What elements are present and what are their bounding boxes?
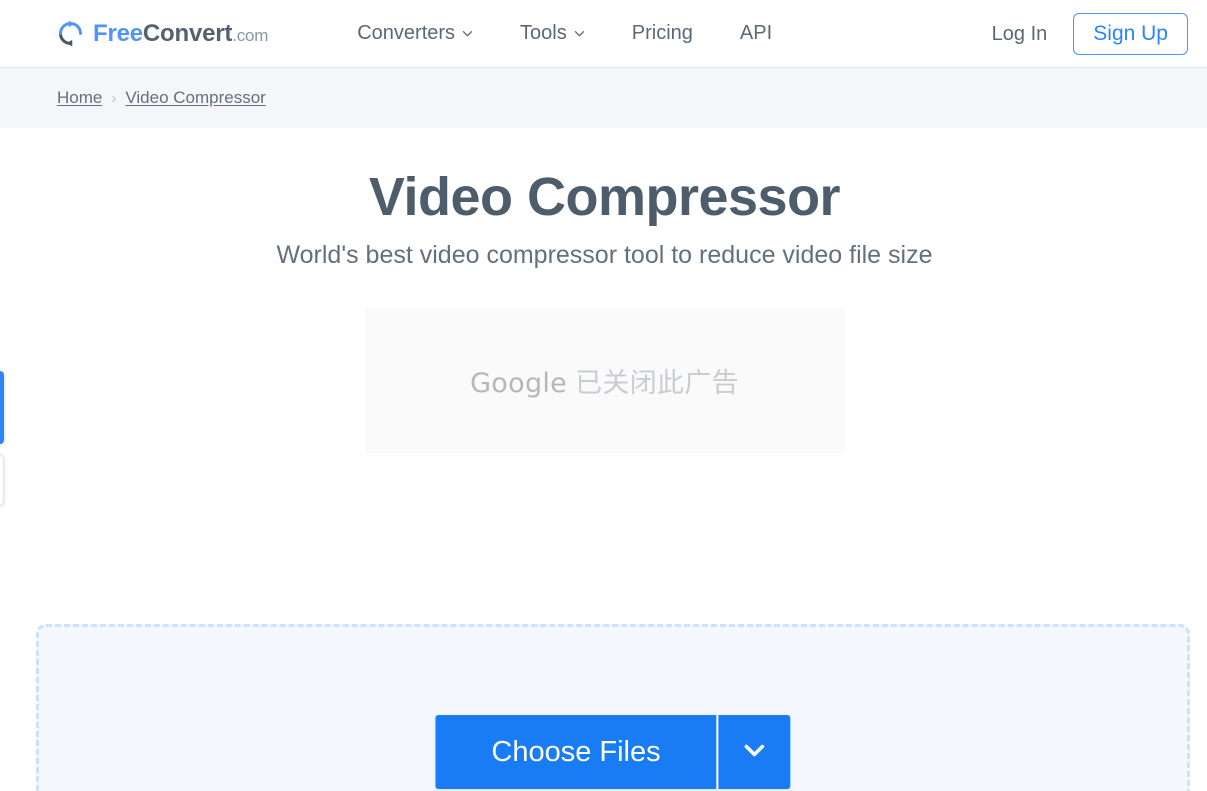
page-subtitle: World's best video compressor tool to re… [276,241,933,270]
breadcrumb-item-video-compressor[interactable]: Video Compressor [125,88,265,108]
page-title: Video Compressor [368,167,841,227]
sign-up-button[interactable]: Sign Up [1073,13,1188,55]
choose-files-dropdown-toggle[interactable] [716,715,791,789]
header-account-actions: Log In Sign Up [992,0,1188,68]
primary-nav: Converters Tools Pricing API [357,16,772,51]
site-header: FreeConvert.com Converters Tools Pricing… [0,0,1207,68]
nav-item-tools[interactable]: Tools [520,16,585,51]
nav-item-api[interactable]: API [740,16,772,51]
log-in-link[interactable]: Log In [992,23,1048,46]
file-dropzone[interactable]: Choose Files Or drop files here. Max fil… [36,624,1190,791]
ad-placeholder-text: Google 已关闭此广告 [470,361,739,400]
refresh-circular-arrows-icon [57,20,84,47]
nav-label-api: API [739,22,773,44]
nav-item-pricing[interactable]: Pricing [632,16,693,51]
nav-item-converters[interactable]: Converters [357,16,473,51]
choose-files-control: Choose Files [435,715,791,789]
nav-label-pricing: Pricing [631,22,693,44]
logo-text-dotcom: .com [232,25,269,45]
logo-text-free: Free [93,19,143,47]
nav-label-converters: Converters [357,22,456,44]
logo-text-convert: Convert [142,19,233,47]
ad-message-label: 已关闭此广告 [575,368,739,399]
chevron-down-icon [462,28,473,39]
breadcrumb: Home › Video Compressor [57,88,266,108]
advertisement-slot: Google 已关闭此广告 [364,308,845,454]
ad-brand-label: Google [470,368,568,400]
breadcrumb-separator-icon: › [111,89,117,107]
main-content: Video Compressor World's best video comp… [0,166,1207,791]
side-feedback-tab[interactable] [0,371,4,444]
nav-label-tools: Tools [520,22,567,44]
breadcrumb-bar: Home › Video Compressor [0,68,1207,128]
chevron-down-icon [574,28,585,39]
side-widget-tab[interactable] [0,454,4,506]
chevron-down-icon [742,737,768,768]
breadcrumb-item-home[interactable]: Home [57,88,102,108]
logo-text: FreeConvert.com [93,20,268,48]
choose-files-button[interactable]: Choose Files [435,715,717,789]
site-logo[interactable]: FreeConvert.com [57,20,268,48]
